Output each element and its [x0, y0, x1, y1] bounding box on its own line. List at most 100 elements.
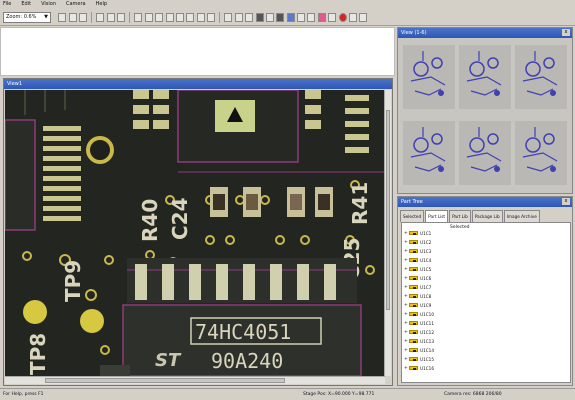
chip-icon	[409, 249, 418, 253]
tab-selected[interactable]: Selected	[400, 210, 425, 222]
list-item[interactable]: + U1C14	[404, 346, 434, 354]
list-item[interactable]: + U1C13	[404, 337, 434, 345]
list-item[interactable]: + U1C1	[404, 229, 431, 237]
pcb-view-window: View1 R40 C24 R41 TP9 TP8 74HC4051 90A24…	[3, 78, 393, 386]
close-icon[interactable]: x	[562, 29, 570, 36]
list-item[interactable]: + U1C10	[404, 310, 434, 318]
toolbar-separator	[129, 11, 131, 23]
list-item[interactable]: + U1C11	[404, 319, 434, 327]
measure-icon[interactable]	[234, 12, 243, 22]
thumbnail-3[interactable]	[515, 45, 567, 109]
list-item[interactable]: + U1C7	[404, 283, 431, 291]
preview-panel: View (1-6) x	[397, 27, 573, 194]
close-icon[interactable]: x	[562, 198, 570, 205]
toolbar-separator	[91, 11, 93, 23]
zoom-out-icon[interactable]	[196, 12, 205, 22]
scroll-thumb[interactable]	[386, 110, 390, 310]
arrow-up-icon[interactable]	[155, 12, 164, 22]
crosshair-icon[interactable]	[245, 12, 254, 22]
tab-part-lib[interactable]: Part Lib	[449, 210, 471, 222]
thumbnail-5[interactable]	[459, 121, 511, 185]
help-icon[interactable]	[359, 12, 368, 22]
cut-icon[interactable]	[96, 12, 105, 22]
fit-icon[interactable]	[207, 12, 216, 22]
camera-icon[interactable]	[276, 12, 285, 22]
silk-tp9: TP9	[61, 260, 85, 302]
list-item[interactable]: + U1C5	[404, 265, 431, 273]
thumbnail-grid	[401, 41, 569, 191]
thumbnail-1[interactable]	[403, 45, 455, 109]
part-tree-list[interactable]: Selected + U1C1 + U1C2 + U1C3 + U1C4 + U1C5 +…	[401, 222, 571, 383]
capture-icon[interactable]	[255, 12, 264, 22]
tree-tabs: Selected Part List Part Lib Package Lib …	[400, 210, 572, 222]
silk-r40: R40	[138, 199, 162, 242]
arrow-down-icon[interactable]	[165, 12, 174, 22]
new-file-icon[interactable]	[58, 12, 67, 22]
menu-vision[interactable]: Vision	[41, 0, 56, 9]
thumbnail-6[interactable]	[515, 121, 567, 185]
highlight-icon[interactable]	[317, 12, 326, 22]
save-icon[interactable]	[78, 12, 87, 22]
paste-icon[interactable]	[117, 12, 126, 22]
thumbnail-images[interactable]	[401, 41, 569, 191]
list-item[interactable]: + U1C3	[404, 247, 431, 255]
thumbnail-4[interactable]	[403, 121, 455, 185]
zoom-in-icon[interactable]	[186, 12, 195, 22]
chip-icon	[409, 312, 418, 316]
chip-marking-1: 74HC4051	[195, 320, 291, 344]
pcb-horizontal-scrollbar[interactable]	[5, 376, 385, 384]
arrow-left-icon[interactable]	[134, 12, 143, 22]
settings-icon[interactable]	[328, 12, 337, 22]
menu-camera[interactable]: Camera	[66, 0, 86, 9]
chip-icon	[409, 303, 418, 307]
st-logo-icon: ST	[155, 350, 182, 371]
layers-icon[interactable]	[307, 12, 316, 22]
chip-icon	[409, 240, 418, 244]
part-tree-panel: Part Tree x Selected Part List Part Lib …	[397, 196, 573, 386]
list-item[interactable]: + U1C8	[404, 292, 431, 300]
tab-package-lib[interactable]: Package Lib	[471, 210, 503, 222]
open-folder-icon[interactable]	[68, 12, 77, 22]
zoom-select[interactable]: Zoom: 0.6% ▼	[3, 11, 51, 23]
scroll-thumb[interactable]	[45, 378, 285, 383]
menu-edit[interactable]: Edit	[21, 0, 31, 9]
chart-icon[interactable]	[348, 12, 357, 22]
silk-tp8: TP8	[26, 333, 50, 375]
pcb-photo: R40 C24 R41 C25 TP9 TP8	[5, 90, 385, 376]
pcb-vertical-scrollbar[interactable]	[384, 90, 391, 376]
preview-panel-title-text: View (1-6)	[401, 30, 427, 36]
chip-icon	[409, 231, 418, 235]
stop-icon[interactable]	[338, 12, 347, 22]
pcb-image[interactable]: R40 C24 R41 C25 TP9 TP8	[5, 90, 385, 376]
list-item[interactable]: + U1C2	[404, 238, 431, 246]
copy-icon[interactable]	[106, 12, 115, 22]
chip-icon	[409, 276, 418, 280]
preview-panel-title: View (1-6) x	[398, 28, 572, 38]
list-item[interactable]: + U1C9	[404, 301, 431, 309]
chip-icon	[409, 348, 418, 352]
thumbnail-2[interactable]	[459, 45, 511, 109]
tab-image-archive[interactable]: Image Archive	[503, 210, 540, 222]
play-icon[interactable]	[265, 12, 274, 22]
image-icon[interactable]	[286, 12, 295, 22]
select-icon[interactable]	[224, 12, 233, 22]
status-bar: For Help, press F1 Stage Pos: X=90.000 Y…	[0, 388, 575, 400]
rotate-icon[interactable]	[175, 12, 184, 22]
list-item[interactable]: + U1C4	[404, 256, 431, 264]
chip-icon	[409, 267, 418, 271]
list-item[interactable]: + U1C15	[404, 355, 434, 363]
menu-file[interactable]: File	[3, 0, 11, 9]
tab-part-list[interactable]: Part List	[425, 210, 449, 222]
list-item[interactable]: + U1C16	[404, 364, 434, 372]
chip-icon	[409, 330, 418, 334]
chip-icon	[409, 321, 418, 325]
chip-icon	[409, 339, 418, 343]
list-item[interactable]: + U1C6	[404, 274, 431, 282]
chip-icon	[409, 285, 418, 289]
list-item[interactable]: + U1C12	[404, 328, 434, 336]
arrow-right-icon[interactable]	[144, 12, 153, 22]
chip-icon	[409, 366, 418, 370]
silk-c24: C24	[168, 197, 192, 240]
grid-icon[interactable]	[297, 12, 306, 22]
menu-help[interactable]: Help	[96, 0, 107, 9]
